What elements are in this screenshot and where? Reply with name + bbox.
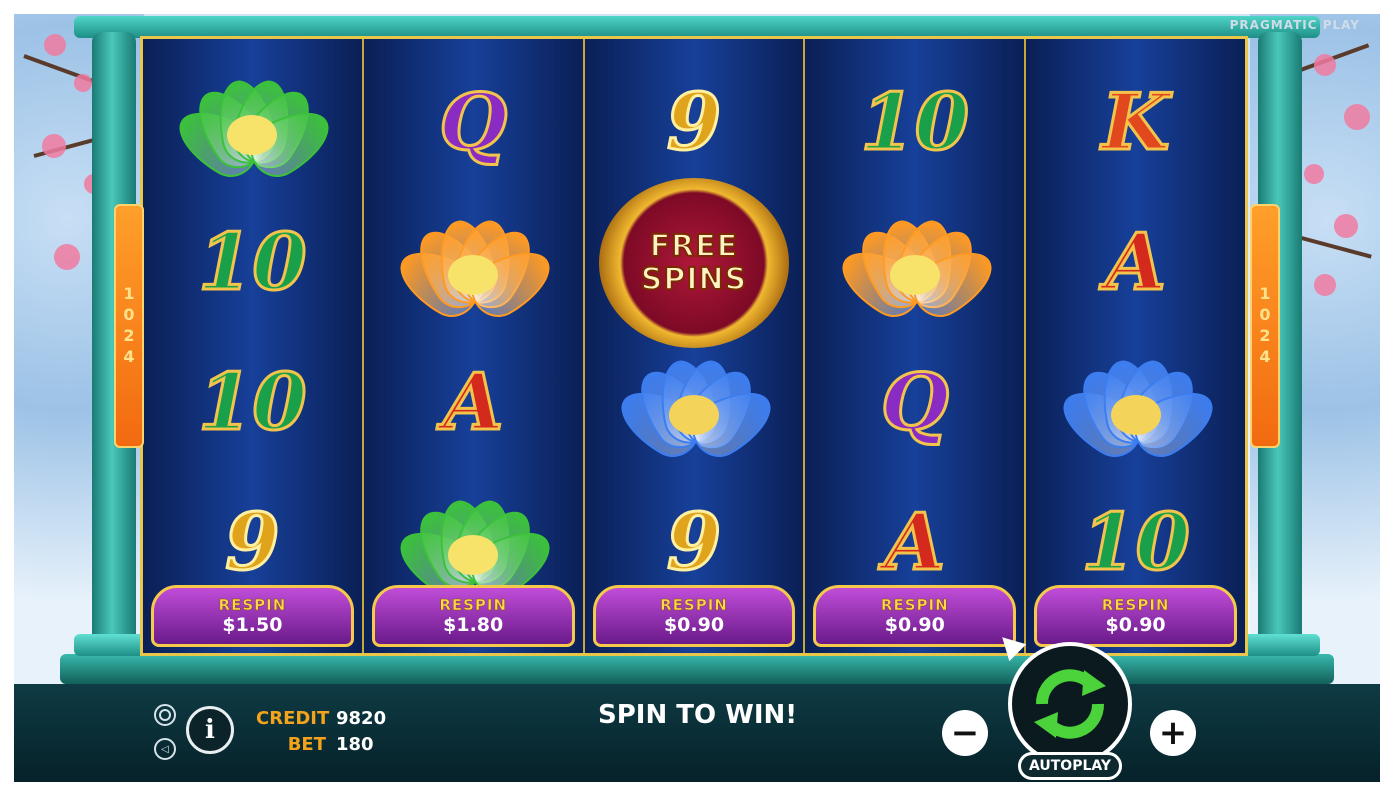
- lotus-orange-icon: [830, 203, 1004, 327]
- decrease-bet-button[interactable]: −: [942, 710, 988, 756]
- lotus-center: [1110, 395, 1161, 435]
- blossom-decoration: [1314, 274, 1336, 296]
- blossom-decoration: [1344, 104, 1370, 130]
- respin-button[interactable]: RESPIN $0.90: [813, 585, 1017, 647]
- respin-price: $1.80: [443, 614, 504, 636]
- increase-bet-button[interactable]: +: [1150, 710, 1196, 756]
- info-button[interactable]: i: [186, 706, 234, 754]
- status-message: SPIN TO WIN!: [598, 700, 798, 730]
- lotus-center: [448, 255, 499, 295]
- reel-symbol: 10: [143, 333, 362, 473]
- reel-3: 9 FREE SPINS 9 RESPIN $0.90: [584, 39, 806, 653]
- reel-symbol: A: [1026, 193, 1245, 333]
- lotus-orange-icon: [388, 203, 562, 327]
- reel-symbol: A: [364, 333, 583, 473]
- blossom-decoration: [1314, 54, 1336, 76]
- lotus-blue-icon: [1051, 343, 1224, 467]
- reel-grid: 10 10 9 RESPIN $1.50 Q A RESPIN $1.80 9 FREE SPINS 9…: [140, 36, 1248, 656]
- free-spins-text: SPINS: [640, 262, 748, 297]
- reel-symbol: [364, 193, 583, 333]
- respin-price: $0.90: [1105, 614, 1166, 636]
- respin-button[interactable]: RESPIN $1.80: [371, 585, 575, 647]
- reel-symbol: 10: [805, 53, 1024, 193]
- respin-label: RESPIN: [439, 596, 508, 615]
- ways-count-right: 1024: [1255, 284, 1275, 368]
- lotus-green-icon: [167, 63, 341, 187]
- symbol-label: A: [883, 497, 947, 588]
- reel-2: Q A RESPIN $1.80: [363, 39, 585, 653]
- reel-symbol: 10: [143, 193, 362, 333]
- bet-label: BET: [287, 734, 326, 755]
- settings-icon[interactable]: [154, 704, 176, 726]
- reel-5: K A 10 RESPIN $0.90: [1026, 39, 1245, 653]
- free-spins-text: FREE: [649, 229, 739, 264]
- lotus-blue-icon: [609, 343, 783, 467]
- symbol-label: A: [441, 357, 505, 448]
- ways-indicator-right: 1024: [1250, 204, 1280, 448]
- spin-arrows-icon: [1034, 669, 1106, 739]
- respin-label: RESPIN: [880, 596, 949, 615]
- symbol-label: Q: [438, 77, 509, 168]
- reel-symbol: Q: [364, 53, 583, 193]
- frame-base: [60, 654, 1334, 684]
- respin-button[interactable]: RESPIN $1.50: [151, 585, 354, 647]
- symbol-label: 9: [665, 497, 722, 588]
- symbol-label: 10: [197, 217, 309, 308]
- frame-top: [74, 16, 1320, 38]
- sound-icon[interactable]: ◁: [154, 738, 176, 760]
- credit-value: 9820: [336, 708, 387, 729]
- spin-button[interactable]: [1008, 642, 1132, 766]
- symbol-label: 10: [859, 77, 971, 168]
- symbol-label: 9: [224, 497, 281, 588]
- blossom-decoration: [42, 134, 66, 158]
- game-scene: 10 10 9 RESPIN $1.50 Q A RESPIN $1.80 9 FREE SPINS 9…: [14, 14, 1380, 782]
- lotus-center: [668, 395, 719, 435]
- reel-symbol: K: [1026, 53, 1245, 193]
- reel-symbol: Q: [805, 333, 1024, 473]
- lotus-center: [448, 535, 499, 575]
- respin-label: RESPIN: [660, 596, 728, 615]
- blossom-decoration: [54, 244, 80, 270]
- reel-symbol: [805, 193, 1024, 333]
- respin-price: $1.50: [222, 614, 283, 636]
- respin-price: $0.90: [663, 614, 725, 636]
- respin-label: RESPIN: [218, 596, 287, 615]
- symbol-label: K: [1100, 77, 1171, 168]
- autoplay-button[interactable]: AUTOPLAY: [1018, 752, 1122, 780]
- respin-price: $0.90: [884, 614, 945, 636]
- brand-logo: PRAGMATIC PLAY: [1229, 18, 1360, 32]
- blossom-decoration: [44, 34, 66, 56]
- free-spins-scatter-icon: FREE SPINS: [598, 178, 789, 348]
- symbol-label: A: [1104, 217, 1168, 308]
- reel-symbol: [143, 53, 362, 193]
- symbol-label: 10: [1080, 497, 1192, 588]
- reel-symbol: 9: [585, 53, 804, 193]
- reel-1: 10 10 9 RESPIN $1.50: [143, 39, 364, 653]
- credit-label: CREDIT: [256, 708, 330, 729]
- respin-button[interactable]: RESPIN $0.90: [1034, 585, 1237, 647]
- reel-4: 10 Q A RESPIN $0.90: [805, 39, 1027, 653]
- respin-label: RESPIN: [1101, 596, 1170, 615]
- ways-indicator-left: 1024: [114, 204, 144, 448]
- blossom-decoration: [1304, 164, 1324, 184]
- blossom-decoration: [1334, 214, 1358, 238]
- reel-symbol: [1026, 333, 1245, 473]
- symbol-label: 9: [665, 77, 722, 168]
- ways-count-left: 1024: [119, 284, 139, 368]
- respin-button[interactable]: RESPIN $0.90: [592, 585, 796, 647]
- reel-symbol: [585, 333, 804, 473]
- symbol-label: Q: [879, 357, 950, 448]
- lotus-center: [889, 255, 940, 295]
- blossom-decoration: [74, 74, 92, 92]
- bet-value: 180: [336, 734, 374, 755]
- reel-symbol: FREE SPINS: [585, 178, 804, 348]
- symbol-label: 10: [197, 357, 309, 448]
